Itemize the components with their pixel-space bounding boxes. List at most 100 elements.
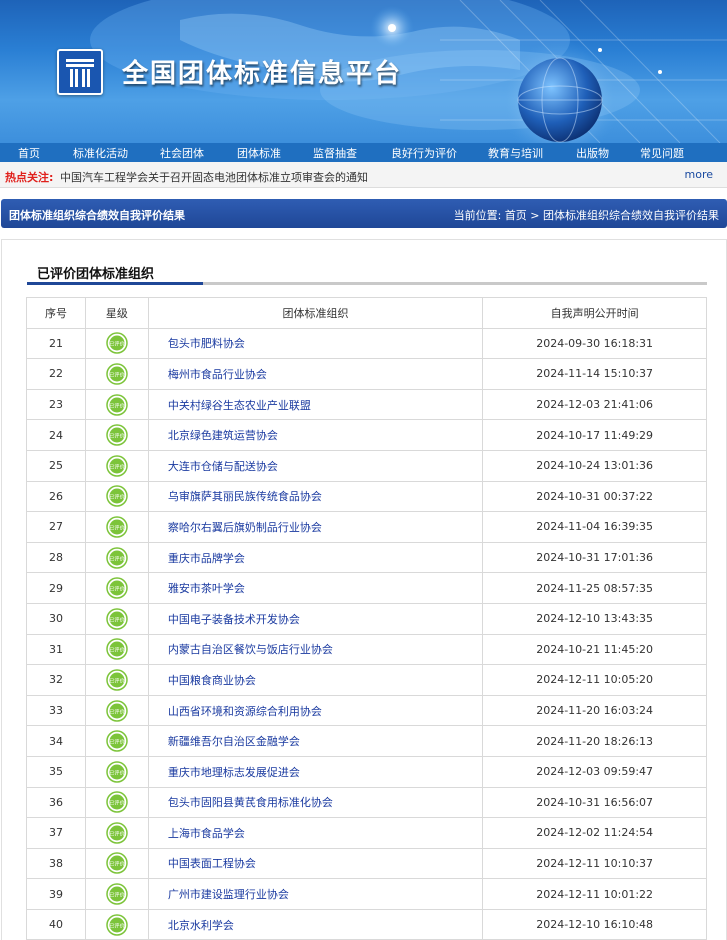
evaluated-badge-icon: 已评价 — [106, 699, 128, 722]
rating-badge: 已评价 — [84, 511, 149, 543]
header-publish-time: 自我声明公开时间 — [482, 297, 707, 329]
evaluated-badge-icon: 已评价 — [106, 638, 128, 661]
header-banner: 全国团体标准信息平台 — [0, 0, 727, 143]
rating-badge: 已评价 — [84, 908, 149, 940]
table-row: 32 已评价 中国粮食商业协会 2024-12-11 10:05:20 — [26, 664, 707, 696]
organization-link[interactable]: 包头市固阳县黄芪食用标准化协会 — [147, 786, 484, 819]
table-row: 27 已评价 察哈尔右翼后旗奶制品行业协会 2024-11-04 16:39:35 — [26, 511, 707, 543]
organization-link[interactable]: 北京绿色建筑运营协会 — [147, 419, 484, 451]
publish-time: 2024-10-24 13:01:36 — [482, 449, 707, 482]
publish-time: 2024-11-14 15:10:37 — [482, 358, 707, 390]
table-row: 25 已评价 大连市仓储与配送协会 2024-10-24 13:01:36 — [26, 449, 707, 482]
rating-badge: 已评价 — [84, 817, 149, 849]
organization-link[interactable]: 雅安市茶叶学会 — [147, 572, 484, 604]
publish-time: 2024-12-03 21:41:06 — [482, 388, 707, 421]
rating-badge: 已评价 — [84, 480, 149, 513]
evaluated-badge-icon: 已评价 — [106, 577, 128, 599]
row-number: 27 — [26, 511, 86, 543]
table-row: 22 已评价 梅州市食品行业协会 2024-11-14 15:10:37 — [26, 358, 707, 390]
svg-text:已评价: 已评价 — [109, 585, 125, 593]
evaluated-badge-icon: 已评价 — [106, 883, 128, 905]
table-row: 30 已评价 中国电子装备技术开发协会 2024-12-10 13:43:35 — [26, 602, 707, 635]
organization-link[interactable]: 察哈尔右翼后旗奶制品行业协会 — [147, 511, 484, 543]
publish-time: 2024-09-30 16:18:31 — [482, 327, 707, 360]
nav-education-training[interactable]: 教育与培训 — [488, 145, 543, 161]
evaluated-badge-icon: 已评价 — [106, 913, 128, 936]
publish-time: 2024-11-04 16:39:35 — [482, 511, 707, 543]
publish-time: 2024-10-31 16:56:07 — [482, 786, 707, 819]
organization-link[interactable]: 梅州市食品行业协会 — [147, 358, 484, 390]
nav-social-organizations[interactable]: 社会团体 — [160, 145, 204, 161]
publish-time: 2024-12-03 09:59:47 — [482, 755, 707, 788]
organization-link[interactable]: 中国电子装备技术开发协会 — [147, 602, 484, 635]
publish-time: 2024-11-20 16:03:24 — [482, 694, 707, 727]
evaluated-badge-icon: 已评价 — [106, 516, 128, 538]
header-rating: 星级 — [84, 297, 149, 329]
nav-publications[interactable]: 出版物 — [576, 145, 609, 161]
organization-link[interactable]: 重庆市品牌学会 — [147, 541, 484, 574]
nav-standardization-activities[interactable]: 标准化活动 — [73, 145, 128, 161]
organization-link[interactable]: 中关村绿谷生态农业产业联盟 — [147, 388, 484, 421]
evaluated-badge-icon: 已评价 — [106, 822, 128, 844]
table-row: 31 已评价 内蒙古自治区餐饮与饭店行业协会 2024-10-21 11:45:20 — [26, 633, 707, 666]
more-link[interactable]: more — [685, 168, 714, 181]
nav-faq[interactable]: 常见问题 — [640, 145, 684, 161]
breadcrumb[interactable]: 当前位置: 首页 > 团体标准组织综合绩效自我评价结果 — [454, 207, 719, 223]
section-divider — [27, 282, 707, 285]
rating-badge: 已评价 — [84, 786, 149, 819]
svg-text:已评价: 已评价 — [109, 554, 125, 562]
nav-good-behavior-evaluation[interactable]: 良好行为评价 — [391, 145, 457, 161]
header-no: 序号 — [26, 297, 86, 329]
rating-badge: 已评价 — [84, 327, 149, 360]
rating-badge: 已评价 — [84, 541, 149, 574]
evaluated-badge-icon: 已评价 — [106, 424, 128, 446]
svg-text:已评价: 已评价 — [109, 432, 125, 440]
nav-supervision[interactable]: 监督抽查 — [313, 145, 357, 161]
row-number: 21 — [26, 327, 86, 360]
rating-badge: 已评价 — [84, 419, 149, 451]
header-organization: 团体标准组织 — [147, 297, 484, 329]
hot-notice-link[interactable]: 中国汽车工程学会关于召开固态电池团体标准立项审查会的通知 — [60, 169, 368, 185]
publish-time: 2024-12-10 13:43:35 — [482, 602, 707, 635]
rating-badge: 已评价 — [84, 633, 149, 666]
site-title: 全国团体标准信息平台 — [122, 59, 403, 89]
table-header-row: 序号 星级 团体标准组织 自我声明公开时间 — [26, 297, 707, 329]
rating-badge: 已评价 — [84, 572, 149, 604]
nav-home[interactable]: 首页 — [18, 145, 40, 161]
table-row: 40 已评价 北京水利学会 2024-12-10 16:10:48 — [26, 908, 707, 940]
publish-time: 2024-10-17 11:49:29 — [482, 419, 707, 451]
row-number: 25 — [26, 449, 86, 482]
organization-link[interactable]: 广州市建设监理行业协会 — [147, 878, 484, 910]
evaluated-badge-icon: 已评价 — [106, 455, 128, 477]
publish-time: 2024-12-11 10:05:20 — [482, 664, 707, 696]
organization-link[interactable]: 包头市肥料协会 — [147, 327, 484, 360]
organization-link[interactable]: 中国表面工程协会 — [147, 847, 484, 880]
organization-link[interactable]: 上海市食品学会 — [147, 817, 484, 849]
svg-text:已评价: 已评价 — [109, 768, 125, 776]
evaluated-badge-icon: 已评价 — [106, 791, 128, 814]
nav-group-standards[interactable]: 团体标准 — [237, 145, 281, 161]
organization-link[interactable]: 内蒙古自治区餐饮与饭店行业协会 — [147, 633, 484, 666]
table-row: 24 已评价 北京绿色建筑运营协会 2024-10-17 11:49:29 — [26, 419, 707, 451]
row-number: 39 — [26, 878, 86, 910]
table-row: 39 已评价 广州市建设监理行业协会 2024-12-11 10:01:22 — [26, 878, 707, 910]
organization-link[interactable]: 大连市仓储与配送协会 — [147, 449, 484, 482]
rating-badge: 已评价 — [84, 388, 149, 421]
organization-link[interactable]: 新疆维吾尔自治区金融学会 — [147, 725, 484, 757]
organization-link[interactable]: 乌审旗萨其丽民族传统食品协会 — [147, 480, 484, 513]
row-number: 33 — [26, 694, 86, 727]
section-title: 已评价团体标准组织 — [37, 267, 155, 282]
organization-link[interactable]: 山西省环境和资源综合利用协会 — [147, 694, 484, 727]
table-row: 28 已评价 重庆市品牌学会 2024-10-31 17:01:36 — [26, 541, 707, 574]
svg-text:已评价: 已评价 — [109, 799, 125, 807]
table-row: 23 已评价 中关村绿谷生态农业产业联盟 2024-12-03 21:41:06 — [26, 388, 707, 421]
organization-link[interactable]: 重庆市地理标志发展促进会 — [147, 755, 484, 788]
evaluated-badge-icon: 已评价 — [106, 607, 128, 630]
table-row: 34 已评价 新疆维吾尔自治区金融学会 2024-11-20 18:26:13 — [26, 725, 707, 757]
organization-link[interactable]: 中国粮食商业协会 — [147, 664, 484, 696]
svg-text:已评价: 已评价 — [109, 829, 125, 837]
svg-text:已评价: 已评价 — [109, 646, 125, 654]
page-title: 团体标准组织综合绩效自我评价结果 — [9, 209, 185, 222]
organization-link[interactable]: 北京水利学会 — [147, 908, 484, 940]
evaluated-organizations-table: 序号 星级 团体标准组织 自我声明公开时间 21 已评价 包头市肥料协会 2024-0… — [26, 297, 707, 940]
